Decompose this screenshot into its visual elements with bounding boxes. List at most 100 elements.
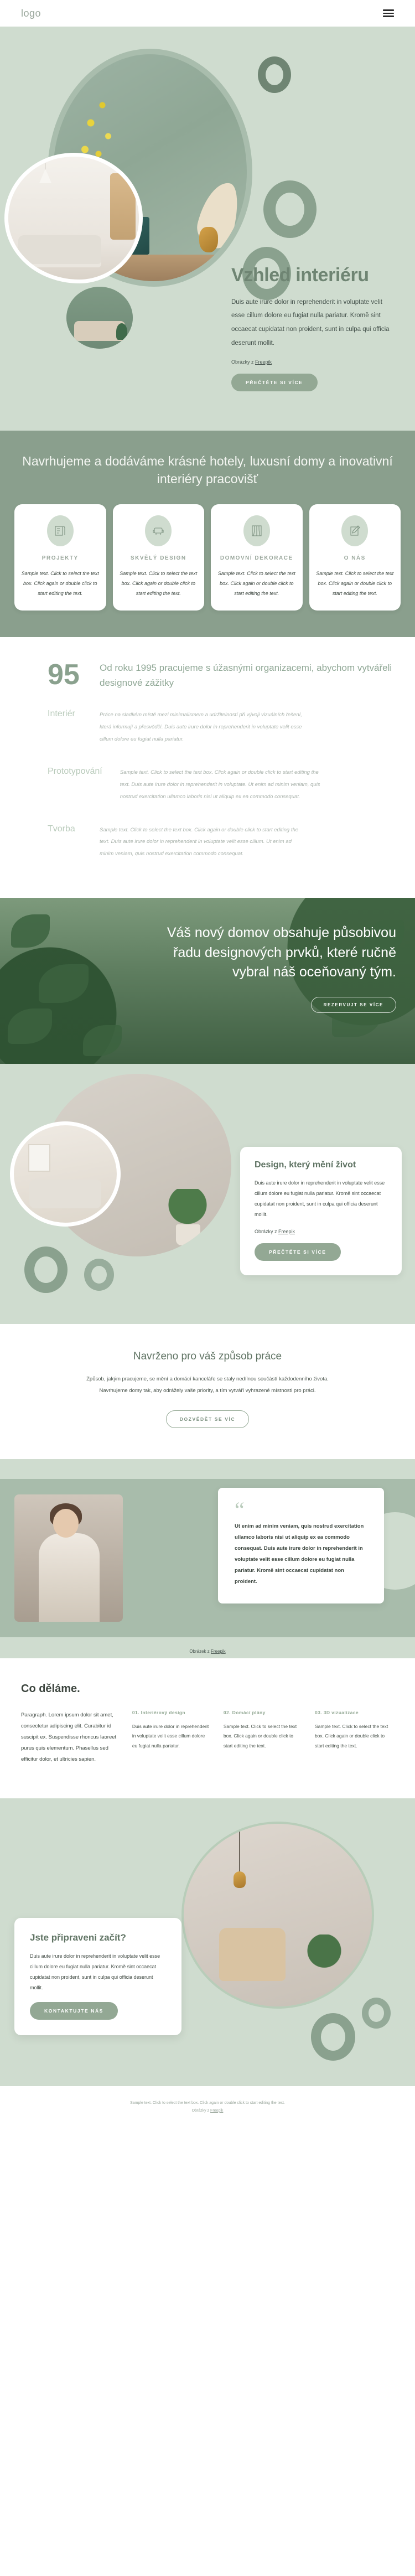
curtain-icon [243,515,270,547]
what-we-do-grid: Paragraph. Lorem ipsum dolor sit amet, c… [21,1710,394,1765]
hero-cta-button[interactable]: PŘEČTĚTE SI VÍCE [231,373,318,391]
service-card-text: Sample text. Click to select the text bo… [21,571,99,596]
design-sofa-photo [10,1121,121,1227]
hero-image-credit: Obrázky z Freepik [231,359,397,365]
armchair-icon [145,515,172,547]
work-section: Navrženo pro váš způsob práce Způsob, ja… [0,1324,415,1459]
cta-contact-button[interactable]: KONTAKTUJTE NÁS [30,2001,118,2020]
stats-item-text: Sample text. Click to select the text bo… [120,769,320,800]
stats-item-title: Tvorba [48,824,75,834]
credit-link[interactable]: Freepik [255,359,272,365]
credit-prefix: Obrázek z [189,1648,211,1654]
services-heading: Navrhujeme a dodáváme krásné hotely, lux… [22,454,393,486]
testimonial-image-credit: Obrázek z Freepik [0,1649,415,1654]
stats-header: 95 Od roku 1995 pracujeme s úžasnými org… [21,660,394,690]
design-cta-button[interactable]: PŘEČTĚTE SI VÍCE [255,1243,341,1261]
credit-link[interactable]: Freepik [211,1649,226,1654]
service-card[interactable]: SKVĚLÝ DESIGN Sample text. Click to sele… [112,504,204,611]
design-image-credit: Obrázky z Freepik [255,1229,387,1234]
decorative-ring-cta-3 [362,1997,391,2029]
service-card-title: O NÁS [344,555,366,562]
stats-item[interactable]: Interiér Práce na sladkém místě mezi min… [21,709,394,746]
hero-small-photo [66,287,133,349]
service-card[interactable]: DOMOVNÍ DEKORACE Sample text. Click to s… [211,504,303,611]
service-card[interactable]: O NÁS Sample text. Click to select the t… [309,504,401,611]
what-we-do-column-text: Sample text. Click to select the text bo… [223,1723,297,1749]
service-card-title: PROJEKTY [42,555,79,562]
footer-credit-prefix: Obrázky z [191,2108,211,2113]
design-card-title: Design, který mění život [255,1160,356,1170]
cta-card-title: Jste připraveni začít? [30,1932,126,1943]
cta-section: Jste připraveni začít? Duis aute irure d… [0,1798,415,2086]
services-section: Navrhujeme a dodáváme krásné hotely, lux… [0,431,415,638]
decorative-ring-mid [263,180,317,238]
stats-item-title: Interiér [48,709,75,719]
stats-item-title: Prototypování [48,767,102,777]
testimonial-quote-box: “ Ut enim ad minim veniam, quis nostrud … [218,1487,384,1604]
blueprint-icon [46,515,74,547]
what-we-do-section: Co děláme. Paragraph. Lorem ipsum dolor … [0,1658,415,1798]
credit-prefix: Obrázky z [255,1228,279,1234]
cta-room-image [184,1823,372,2006]
footer-credit-link[interactable]: Freepik [210,2109,223,2113]
footer-line-2: Obrázky z Freepik [0,2107,415,2115]
stats-section: 95 Od roku 1995 pracujeme s úžasnými org… [0,637,415,898]
stats-item[interactable]: Tvorba Sample text. Click to select the … [21,824,394,861]
hero-paragraph: Duis aute irure dolor in reprehenderit i… [231,298,390,346]
design-card-paragraph: Duis aute irure dolor in reprehenderit i… [255,1180,385,1217]
pencil-sketch-icon [341,515,369,547]
service-card-text: Sample text. Click to select the text bo… [316,571,394,596]
logo[interactable]: logo [21,8,41,19]
what-we-do-column-title: 02. Domácí plány [223,1709,266,1715]
service-card-text: Sample text. Click to select the text bo… [217,571,295,596]
what-we-do-intro: Paragraph. Lorem ipsum dolor sit amet, c… [21,1711,117,1762]
page-root: logo Vzhled interiéru Duis aute irure do… [0,0,415,2129]
cta-card: Jste připraveni začít? Duis aute irure d… [14,1917,181,2035]
what-we-do-column-title: 03. 3D vizualizace [314,1709,359,1715]
stats-lead: Od roku 1995 pracujeme s úžasnými organi… [100,663,392,689]
stats-item[interactable]: Prototypování Sample text. Click to sele… [21,767,394,803]
decorative-ring-design-2 [84,1259,114,1291]
testimonial-quote: Ut enim ad minim veniam, quis nostrud ex… [235,1523,364,1585]
what-we-do-column: 03. 3D vizualizace Sample text. Click to… [315,1710,394,1765]
site-header: logo [0,0,415,27]
decorative-ring-design-1 [24,1246,68,1294]
hamburger-menu-icon[interactable] [383,9,394,17]
stats-item-text: Práce na sladkém místě mezi minimalismem… [100,712,302,743]
decorative-ring-dark [258,56,291,93]
stats-item-text: Sample text. Click to select the text bo… [100,826,299,857]
design-section: Design, který mění život Duis aute irure… [0,1064,415,1325]
service-card-title: SKVĚLÝ DESIGN [130,555,186,562]
hero-section: Vzhled interiéru Duis aute irure dolor i… [0,27,415,431]
services-cards: PROJEKTY Sample text. Click to select th… [14,504,401,611]
what-we-do-heading: Co děláme. [21,1682,80,1695]
testimonial-person-photo [14,1494,123,1622]
banner-cta-button[interactable]: REZERVUJT SE VÍCE [310,996,396,1013]
what-we-do-column-title: 01. Interiérový design [132,1709,186,1715]
design-card: Design, který mění život Duis aute irure… [240,1147,402,1275]
what-we-do-column: 02. Domácí plány Sample text. Click to s… [224,1710,303,1765]
what-we-do-column: 01. Interiérový design Duis aute irure d… [132,1710,211,1765]
service-card-text: Sample text. Click to select the text bo… [120,571,198,596]
hero-living-room-photo [4,153,143,283]
stats-number: 95 [48,659,80,691]
credit-prefix: Obrázky z [231,359,256,365]
work-paragraph: Způsob, jakým pracujeme, se mění a domác… [86,1376,329,1394]
credit-link[interactable]: Freepik [278,1229,295,1234]
quote-mark-icon: “ [235,1497,245,1522]
footer-line-1: Sample text. Click to select the text bo… [130,2101,285,2105]
service-card-title: DOMOVNÍ DEKORACE [220,555,293,562]
site-footer: Sample text. Click to select the text bo… [0,2086,415,2129]
what-we-do-column-text: Duis aute irure dolor in reprehenderit i… [132,1723,209,1749]
feature-banner-section: Váš nový domov obsahuje působivou řadu d… [0,898,415,1064]
cta-card-paragraph: Duis aute irure dolor in reprehenderit i… [30,1953,160,1990]
what-we-do-column-text: Sample text. Click to select the text bo… [314,1723,388,1749]
hero-title: Vzhled interiéru [231,265,369,286]
testimonial-section: “ Ut enim ad minim veniam, quis nostrud … [0,1458,415,1658]
decorative-ring-cta-2 [311,2013,355,2061]
banner-heading: Váš nový domov obsahuje působivou řadu d… [167,925,396,980]
hero-copy: Vzhled interiéru Duis aute irure dolor i… [231,265,397,391]
service-card[interactable]: PROJEKTY Sample text. Click to select th… [14,504,106,611]
banner-copy: Váš nový domov obsahuje působivou řadu d… [0,898,415,1013]
work-cta-button[interactable]: DOZVĚDĚT SE VÍC [165,1410,250,1428]
